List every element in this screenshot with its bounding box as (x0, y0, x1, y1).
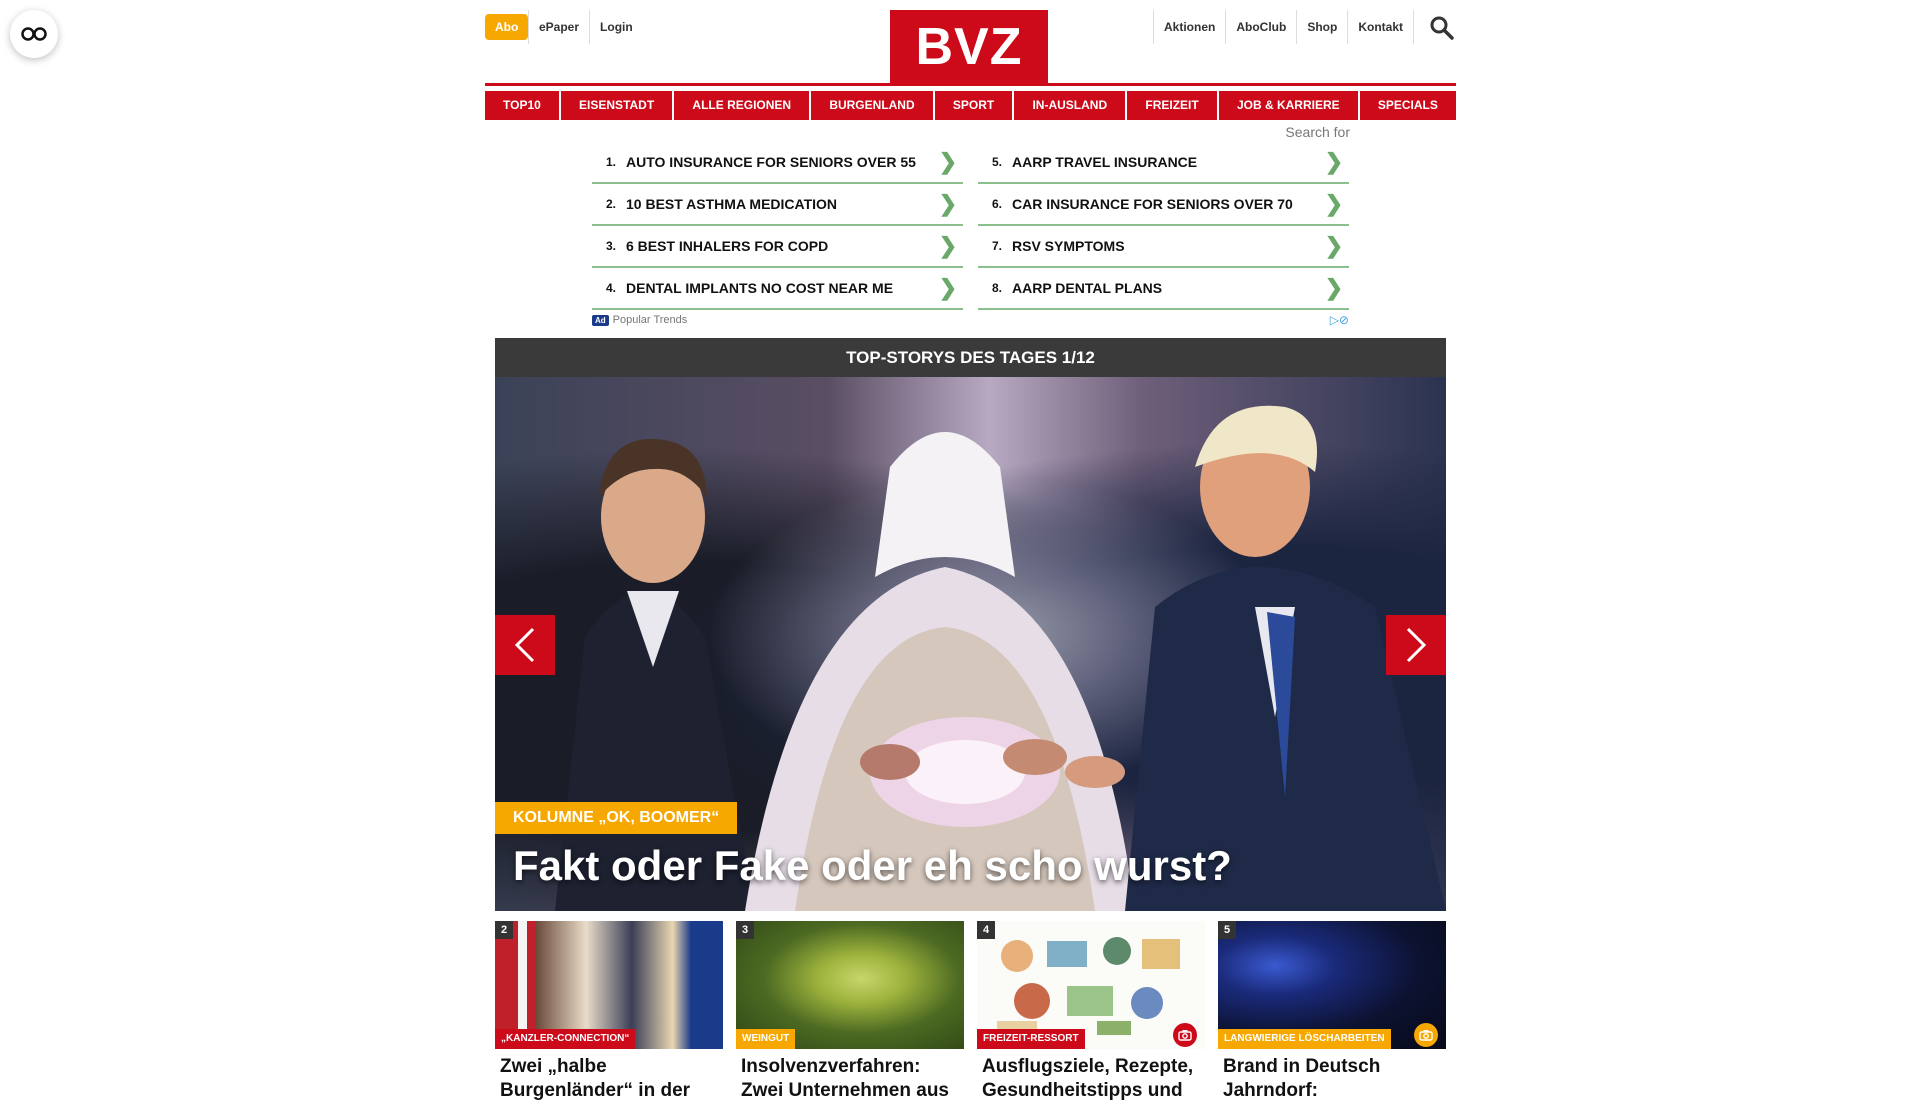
ad-link[interactable]: 3. 6 BEST INHALERS FOR COPD ❯ (592, 226, 963, 268)
teaser-image[interactable]: 3 WEINGUT (736, 921, 964, 1049)
abo-button[interactable]: Abo (485, 14, 529, 40)
ad-link-number: 3. (605, 239, 616, 253)
ad-link-number: 4. (605, 281, 616, 295)
ad-link[interactable]: 1. AUTO INSURANCE FOR SENIORS OVER 55 ❯ (592, 142, 963, 184)
nav-item-job-karriere[interactable]: JOB & KARRIERE (1218, 91, 1358, 120)
chevron-right-icon (1406, 627, 1427, 663)
chevron-left-icon (514, 627, 535, 663)
camera-icon (1414, 1023, 1438, 1047)
ad-link[interactable]: 8. AARP DENTAL PLANS ❯ (978, 268, 1349, 310)
teaser-title[interactable]: Ausflugsziele, Rezepte, Gesundheitstipps… (977, 1049, 1205, 1103)
camera-icon (1173, 1023, 1197, 1047)
nav-item-eisenstadt[interactable]: EISENSTADT (561, 91, 673, 120)
ad-link-text: DENTAL IMPLANTS NO COST NEAR ME (626, 280, 894, 296)
story-teaser[interactable]: 2 „KANZLER-CONNECTION“ Zwei „halbe Burge… (495, 921, 723, 1103)
nav-item-in-ausland[interactable]: IN-AUSLAND (1014, 91, 1126, 120)
teaser-kicker: LANGWIERIGE LÖSCHARBEITEN (1218, 1029, 1391, 1049)
teaser-title[interactable]: Zwei „halbe Burgenländer“ in der (495, 1049, 723, 1103)
chevron-right-icon: ❯ (1324, 233, 1344, 258)
page-container: Abo ePaper Login BVZ Aktionen AboClub Sh… (485, 0, 1456, 1101)
ad-link[interactable]: 6. CAR INSURANCE FOR SENIORS OVER 70 ❯ (978, 184, 1349, 226)
ad-link-text: AARP DENTAL PLANS (1012, 280, 1163, 296)
ad-link-number: 6. (991, 197, 1002, 211)
chevron-right-icon: ❯ (1324, 191, 1344, 216)
hero-title[interactable]: Fakt oder Fake oder eh scho wurst? (513, 842, 1232, 890)
carousel-prev-button[interactable] (495, 615, 555, 675)
bvz-logo[interactable]: BVZ (890, 10, 1048, 83)
teaser-rank: 5 (1218, 921, 1236, 939)
ad-link-number: 1. (605, 155, 616, 169)
nav-item-top10[interactable]: TOP10 (485, 91, 559, 120)
glasses-icon (21, 27, 47, 41)
ad-link-text: 10 BEST ASTHMA MEDICATION (626, 196, 838, 212)
kontakt-link[interactable]: Kontakt (1347, 10, 1414, 44)
teaser-title[interactable]: Brand in Deutsch Jahrndorf: (1218, 1049, 1446, 1103)
login-link[interactable]: Login (589, 10, 643, 44)
search-icon[interactable] (1428, 14, 1456, 42)
top-links-left: ePaper Login (528, 10, 643, 44)
ad-link[interactable]: 2. 10 BEST ASTHMA MEDICATION ❯ (592, 184, 963, 226)
story-teasers: 2 „KANZLER-CONNECTION“ Zwei „halbe Burge… (495, 921, 1446, 1103)
teaser-title[interactable]: Insolvenzverfahren: Zwei Unternehmen aus (736, 1049, 964, 1103)
chevron-right-icon: ❯ (938, 233, 958, 258)
ad-link[interactable]: 5. AARP TRAVEL INSURANCE ❯ (978, 142, 1349, 184)
ad-search-label: Search for (1285, 124, 1350, 140)
shop-link[interactable]: Shop (1296, 10, 1347, 44)
carousel-header: TOP-STORYS DES TAGES 1/12 (495, 338, 1446, 377)
teaser-image[interactable]: 2 „KANZLER-CONNECTION“ (495, 921, 723, 1049)
chevron-right-icon: ❯ (938, 149, 958, 174)
hero-kicker[interactable]: KOLUMNE „OK, BOOMER“ (495, 802, 738, 834)
nav-item-sport[interactable]: SPORT (934, 91, 1013, 120)
teaser-kicker: FREIZEIT-RESSORT (977, 1029, 1085, 1049)
adchoices-icon[interactable]: ▷⊘ (1330, 313, 1349, 327)
top-bar: Abo ePaper Login BVZ Aktionen AboClub Sh… (485, 0, 1456, 83)
main-nav: TOP10 EISENSTADT ALLE REGIONEN BURGENLAN… (485, 91, 1456, 120)
ad-link[interactable]: 4. DENTAL IMPLANTS NO COST NEAR ME ❯ (592, 268, 963, 310)
ad-badge: Ad (592, 314, 609, 326)
story-teaser[interactable]: 5 LANGWIERIGE LÖSCHARBEITEN Brand in Deu… (1218, 921, 1446, 1103)
chevron-right-icon: ❯ (1324, 275, 1344, 300)
ad-footer: Ad Popular Trends ▷⊘ (592, 312, 1349, 328)
aboclub-link[interactable]: AboClub (1225, 10, 1296, 44)
ad-footer-label: Popular Trends (612, 314, 688, 326)
teaser-rank: 3 (736, 921, 754, 939)
chevron-right-icon: ❯ (938, 191, 958, 216)
accessibility-button[interactable] (10, 10, 58, 58)
teaser-rank: 4 (977, 921, 995, 939)
top-stories-carousel: TOP-STORYS DES TAGES 1/12 KOLUMNE „OK, B… (495, 338, 1446, 911)
top-links-right: Aktionen AboClub Shop Kontakt (1152, 10, 1414, 44)
nav-item-freizeit[interactable]: FREIZEIT (1127, 91, 1217, 120)
ad-link-number: 2. (605, 197, 616, 211)
teaser-image[interactable]: 4 FREIZEIT-RESSORT (977, 921, 1205, 1049)
ad-link-text: CAR INSURANCE FOR SENIORS OVER 70 (1012, 196, 1293, 212)
ad-link-text: AARP TRAVEL INSURANCE (1012, 154, 1198, 170)
story-teaser[interactable]: 3 WEINGUT Insolvenzverfahren: Zwei Unter… (736, 921, 964, 1103)
ad-link[interactable]: 7. RSV SYMPTOMS ❯ (978, 226, 1349, 268)
ad-link-list: 1. AUTO INSURANCE FOR SENIORS OVER 55 ❯ … (592, 142, 1349, 310)
carousel-next-button[interactable] (1386, 615, 1446, 675)
teaser-kicker: WEINGUT (736, 1029, 796, 1049)
ad-link-text: AUTO INSURANCE FOR SENIORS OVER 55 (626, 154, 916, 170)
hero-image[interactable]: KOLUMNE „OK, BOOMER“ Fakt oder Fake oder… (495, 377, 1446, 911)
ad-link-text: 6 BEST INHALERS FOR COPD (626, 238, 829, 254)
ad-link-number: 5. (991, 155, 1002, 169)
epaper-link[interactable]: ePaper (528, 10, 589, 44)
nav-item-alle-regionen[interactable]: ALLE REGIONEN (674, 91, 810, 120)
ad-link-number: 7. (991, 239, 1002, 253)
ad-link-text: RSV SYMPTOMS (1012, 238, 1125, 254)
chevron-right-icon: ❯ (938, 275, 958, 300)
story-teaser[interactable]: 4 FREIZEIT-RESSORT Ausflugsziele, Rezept… (977, 921, 1205, 1103)
chevron-right-icon: ❯ (1324, 149, 1344, 174)
ad-link-number: 8. (991, 281, 1002, 295)
aktionen-link[interactable]: Aktionen (1152, 10, 1225, 44)
teaser-kicker: „KANZLER-CONNECTION“ (495, 1029, 636, 1049)
teaser-rank: 2 (495, 921, 513, 939)
nav-item-specials[interactable]: SPECIALS (1359, 91, 1456, 120)
nav-item-burgenland[interactable]: BURGENLAND (811, 91, 933, 120)
teaser-image[interactable]: 5 LANGWIERIGE LÖSCHARBEITEN (1218, 921, 1446, 1049)
header-divider (485, 83, 1456, 86)
